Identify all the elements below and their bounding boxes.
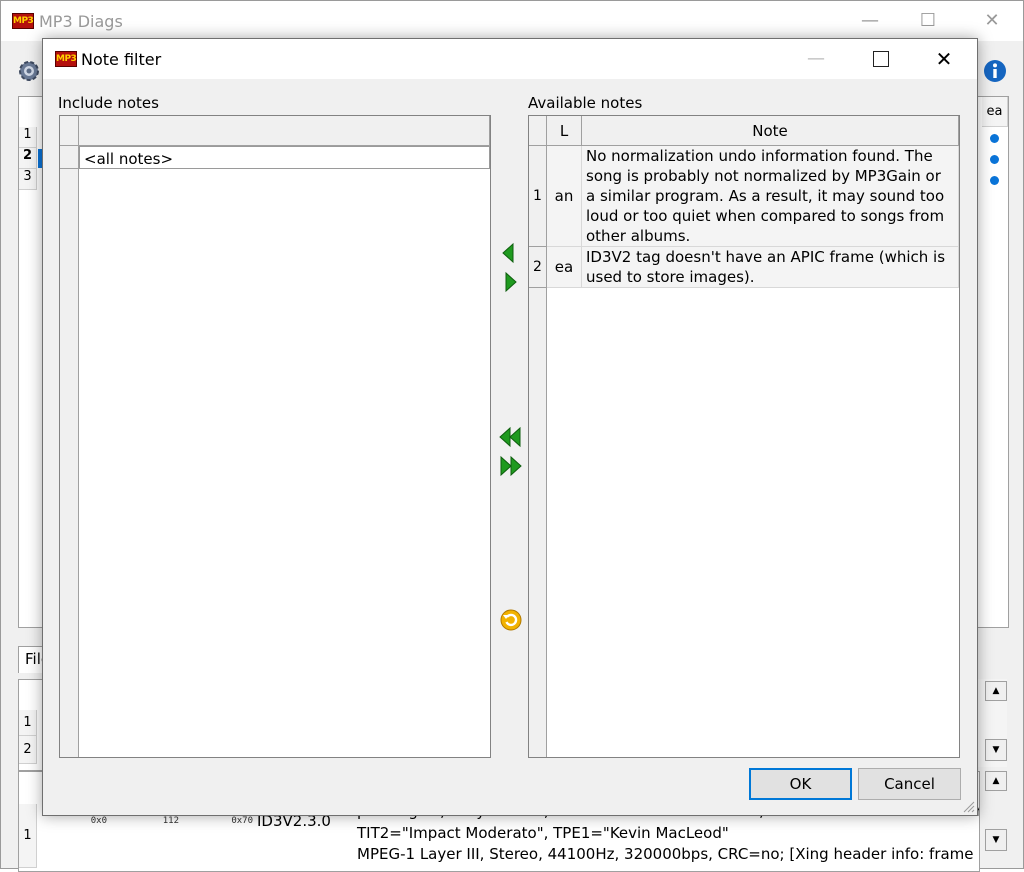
file-row-number: 3: [19, 169, 37, 190]
dialog-titlebar: MP3 Note filter — ✕: [43, 39, 977, 79]
note-dot-icon: [990, 155, 999, 164]
move-all-left-arrow-icon[interactable]: [498, 426, 521, 448]
details-info-line: TIT2="Impact Moderato", TPE1="Kevin MacL…: [357, 824, 729, 842]
available-row-header-strip: [529, 288, 547, 757]
include-row-header: [60, 146, 79, 169]
main-close-button[interactable]: ✕: [969, 5, 1015, 37]
include-notes-label: Include notes: [58, 94, 159, 112]
notes-columns-table[interactable]: ea: [977, 96, 1009, 628]
note-filter-dialog: MP3 Note filter — ✕ Include notes <all n…: [42, 38, 978, 816]
available-row-level[interactable]: an: [547, 146, 582, 247]
scroll-up-button[interactable]: ▲: [985, 771, 1007, 791]
details-end: 0x70: [231, 816, 253, 826]
main-window-title: MP3 Diags: [39, 12, 123, 31]
dialog-title: Note filter: [81, 50, 162, 69]
details-size: 112: [162, 816, 179, 826]
available-col-note-header[interactable]: Note: [582, 116, 959, 146]
include-column-header: [79, 116, 490, 146]
move-right-arrow-icon[interactable]: [501, 271, 523, 293]
app-logo-icon: MP3: [12, 13, 34, 29]
available-corner-header: [529, 116, 547, 146]
cancel-button[interactable]: Cancel: [858, 768, 961, 800]
stream-row-number: 1: [19, 710, 37, 736]
details-row-number: 1: [19, 804, 37, 868]
stream-row-number: 2: [19, 736, 37, 764]
info-icon[interactable]: [983, 59, 1007, 83]
file-row-number: 2: [19, 148, 37, 169]
available-notes-table[interactable]: L Note 1 an No normalization undo inform…: [528, 115, 960, 758]
main-maximize-button[interactable]: ☐: [905, 5, 951, 37]
app-logo-icon: MP3: [55, 51, 77, 67]
scroll-down-button[interactable]: ▼: [985, 829, 1007, 851]
details-info-line: MPEG-1 Layer III, Stereo, 44100Hz, 32000…: [357, 845, 974, 863]
available-row-note[interactable]: ID3V2 tag doesn't have an APIC frame (wh…: [582, 247, 959, 288]
dialog-close-button[interactable]: ✕: [921, 43, 967, 75]
resize-grip-icon[interactable]: [961, 799, 975, 813]
available-row-note[interactable]: No normalization undo information found.…: [582, 146, 959, 247]
note-dot-icon: [990, 134, 999, 143]
file-row-number: 1: [19, 127, 37, 148]
include-note-item[interactable]: <all notes>: [79, 146, 490, 169]
ok-button[interactable]: OK: [749, 768, 852, 800]
main-titlebar: MP3 MP3 Diags — ☐ ✕: [1, 1, 1023, 41]
include-row-header-strip: [60, 169, 79, 757]
available-col-l-header[interactable]: L: [547, 116, 582, 146]
scroll-down-button[interactable]: ▼: [985, 739, 1007, 761]
scroll-up-button[interactable]: ▲: [985, 681, 1007, 701]
include-corner-header: [60, 116, 79, 146]
dialog-minimize-button[interactable]: —: [793, 43, 839, 75]
move-all-right-arrow-icon[interactable]: [499, 455, 522, 477]
include-notes-table[interactable]: <all notes>: [59, 115, 491, 758]
available-notes-label: Available notes: [528, 94, 643, 112]
available-row-level[interactable]: ea: [547, 247, 582, 288]
main-minimize-button[interactable]: —: [847, 5, 893, 37]
available-row-number: 1: [529, 146, 547, 247]
dialog-maximize-button[interactable]: [873, 51, 889, 67]
restore-default-icon[interactable]: [499, 608, 523, 632]
details-offset: 0x0: [90, 816, 107, 826]
available-row-number: 2: [529, 247, 547, 288]
move-left-arrow-icon[interactable]: [498, 242, 520, 264]
note-dot-icon: [990, 176, 999, 185]
notes-column-header: ea: [982, 97, 1008, 127]
settings-gear-icon[interactable]: [16, 58, 42, 84]
